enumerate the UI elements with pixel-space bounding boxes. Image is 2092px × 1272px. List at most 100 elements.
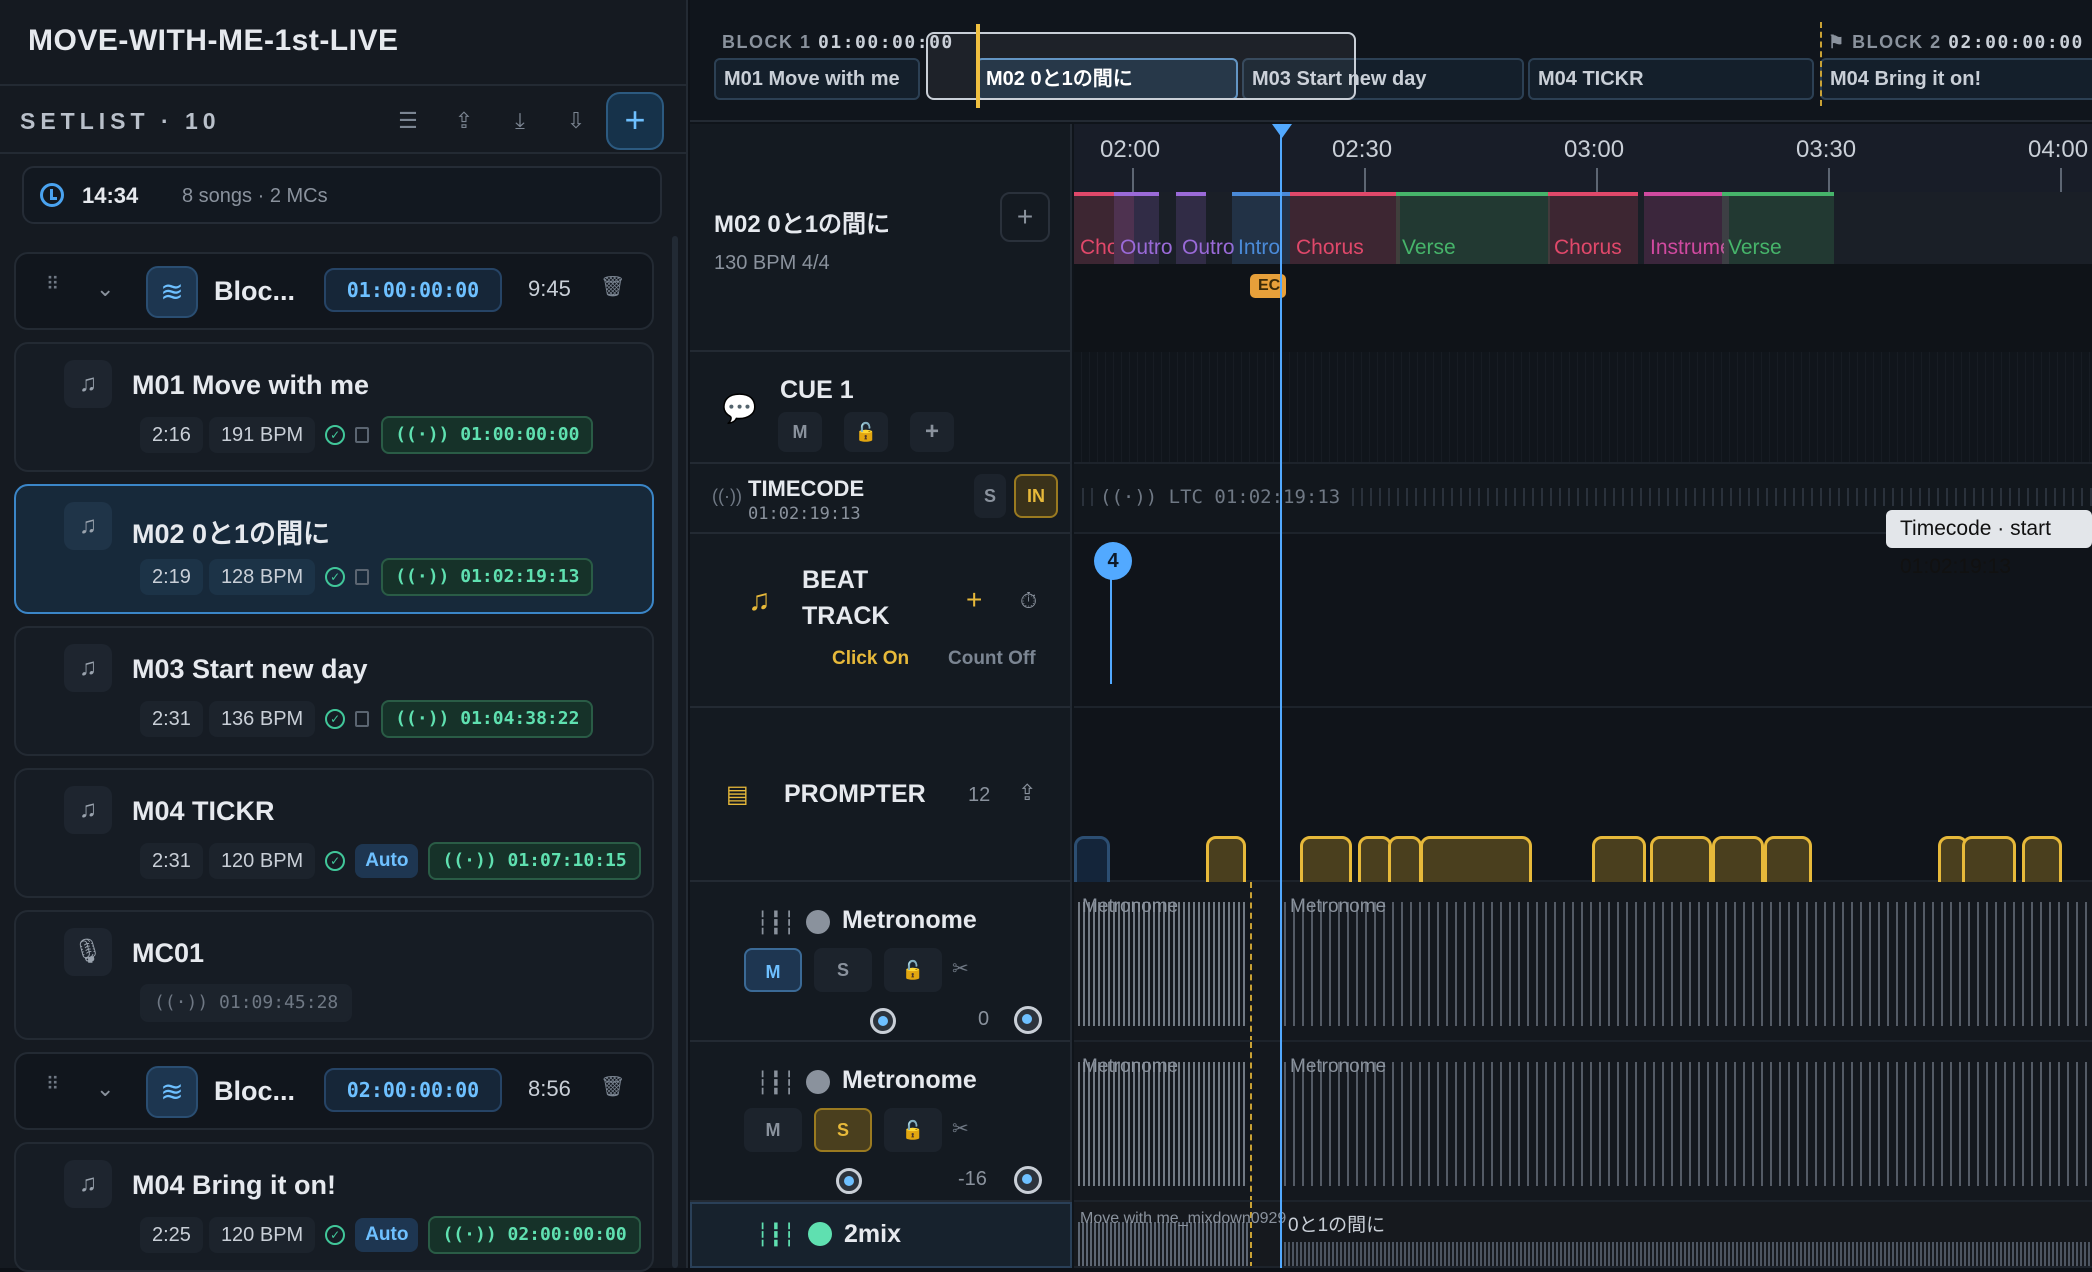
track-name: Metronome xyxy=(842,1066,977,1094)
overview-segment[interactable]: M04 Bring it on! xyxy=(1820,58,2092,100)
song-timecode: ((·)) 01:04:38:22 xyxy=(381,700,594,738)
chevron-down-icon[interactable]: ⌄ xyxy=(96,276,114,302)
broadcast-icon: ((·)) xyxy=(712,486,742,506)
lock-icon[interactable]: 🔓 xyxy=(884,1108,942,1152)
section-label[interactable]: Verse xyxy=(1396,192,1546,264)
add-cue-button[interactable]: + xyxy=(910,412,954,452)
overview-strip[interactable]: BLOCK 1 01:00:00:00 M01 Move with me M02… xyxy=(690,0,2092,122)
scissors-icon[interactable]: ✂ xyxy=(952,1116,969,1141)
song-item[interactable]: ♫ M04 Bring it on! 2:25 120 BPM ✓ Auto (… xyxy=(14,1142,654,1272)
section-label[interactable]: Chorus xyxy=(1290,192,1396,264)
subtitles-icon: ▤ xyxy=(726,781,749,808)
overview-view-window[interactable] xyxy=(926,32,1356,100)
block-row[interactable]: ⠿ ⌄ ≋ Bloc... 02:00:00:00 8:56 🗑 xyxy=(14,1052,654,1130)
song-timecode-value: 01:00:00:00 xyxy=(460,424,580,445)
song-timecode-value: 01:07:10:15 xyxy=(507,850,627,871)
timeline-lanes[interactable]: 02:00 02:30 03:00 03:30 04:00 ChorusOutr… xyxy=(1074,124,2092,1268)
volume-slider-handle[interactable] xyxy=(836,1168,862,1194)
solo-button[interactable]: S xyxy=(974,474,1006,518)
download-file-icon[interactable]: ⇩ xyxy=(561,106,591,136)
track-color-dot[interactable] xyxy=(806,1070,830,1094)
mute-button[interactable]: M xyxy=(744,948,802,992)
timer-icon[interactable]: ⏱ xyxy=(1020,588,1037,614)
pan-knob[interactable] xyxy=(1014,1006,1042,1034)
add-song-button[interactable]: + xyxy=(606,92,664,150)
music-note-icon: ♫ xyxy=(64,502,112,550)
auto-badge: Auto xyxy=(355,844,419,878)
scissors-icon[interactable]: ✂ xyxy=(952,956,969,981)
section-label[interactable]: Chorus xyxy=(1074,192,1114,264)
block-row[interactable]: ⠿ ⌄ ≋ Bloc... 01:00:00:00 9:45 🗑 xyxy=(14,252,654,330)
mix-lane[interactable]: Move with me_mixdown0929 0と1の間に xyxy=(1074,1202,2092,1268)
clip-label: Metronome xyxy=(1290,1056,1387,1077)
track-name-line2: TRACK xyxy=(802,602,890,630)
overview-segment[interactable]: M04 TICKR xyxy=(1528,58,1814,100)
drag-handle-icon[interactable]: ⠿ xyxy=(46,1075,60,1093)
ruler-tick-label: 02:00 xyxy=(1100,136,1161,163)
document-icon xyxy=(355,711,370,727)
playhead[interactable] xyxy=(1280,124,1282,1268)
mc-item[interactable]: 🎙 MC01 ((·)) 01:09:45:28 xyxy=(14,910,654,1040)
song-meta: 2:31 120 BPM ✓ Auto ((·)) 01:07:10:15 xyxy=(140,842,641,880)
block-name[interactable]: Bloc... xyxy=(214,276,295,307)
trash-icon[interactable]: 🗑 xyxy=(600,1074,625,1100)
block-timecode[interactable]: 02:00:00:00 xyxy=(324,1068,502,1112)
chevron-down-icon[interactable]: ⌄ xyxy=(96,1076,114,1102)
drag-handle-icon[interactable]: ⠿ xyxy=(46,275,60,293)
beat-track-header: ♫ BEAT TRACK + ⏱ Click On Count Off xyxy=(690,534,1072,708)
export-file-icon[interactable]: ⇪ xyxy=(449,106,479,136)
mute-button[interactable]: M xyxy=(778,412,822,452)
input-button[interactable]: IN xyxy=(1014,474,1058,518)
mute-button[interactable]: M xyxy=(744,1108,802,1152)
song-timecode: ((·)) 01:07:10:15 xyxy=(428,842,641,880)
section-label[interactable]: Instrumental xyxy=(1644,192,1724,264)
song-timecode-value: 02:00:00:00 xyxy=(507,1224,627,1245)
volume-slider-handle[interactable] xyxy=(870,1008,896,1034)
section-label[interactable]: Verse xyxy=(1722,192,1842,264)
solo-button[interactable]: S xyxy=(814,1108,872,1152)
timeline-panel: BLOCK 1 01:00:00:00 M01 Move with me M02… xyxy=(690,0,2092,1268)
lock-icon[interactable]: 🔓 xyxy=(884,948,942,992)
trash-icon[interactable]: 🗑 xyxy=(600,274,625,300)
track-color-dot[interactable] xyxy=(808,1222,832,1246)
song-header-title: M02 0と1の間に xyxy=(714,211,891,238)
block-name[interactable]: Bloc... xyxy=(214,1076,295,1107)
song-timecode: ((·)) 01:09:45:28 xyxy=(140,984,353,1022)
ruler-tick xyxy=(1364,168,1366,192)
metronome2-lane[interactable]: Metronome Metronome xyxy=(1074,1042,2092,1202)
click-toggle[interactable]: Click On xyxy=(832,648,909,670)
upload-icon[interactable]: ⇪ xyxy=(1018,780,1036,806)
overview-segment[interactable]: M01 Move with me xyxy=(714,58,920,100)
track-name: TIMECODE xyxy=(748,476,865,501)
solo-button[interactable]: S xyxy=(814,948,872,992)
lock-icon[interactable]: 🔓 xyxy=(844,412,888,452)
block-timecode[interactable]: 01:00:00:00 xyxy=(324,268,502,312)
count-toggle[interactable]: Count Off xyxy=(948,648,1036,670)
pan-knob[interactable] xyxy=(1014,1166,1042,1194)
song-item-selected[interactable]: ♫ M02 0と1の間に 2:19 128 BPM ✓ ((·)) 01:02:… xyxy=(14,484,654,614)
clip-label: Metronome xyxy=(1290,896,1387,917)
metronome1-lane[interactable]: Metronome Metronome xyxy=(1074,882,2092,1042)
auto-badge: Auto xyxy=(355,1218,419,1252)
block-duration: 9:45 xyxy=(528,276,571,301)
music-note-icon: ♫ xyxy=(64,644,112,692)
cue-lane[interactable] xyxy=(1074,352,2092,464)
beat-marker-badge[interactable]: 4 xyxy=(1094,542,1132,580)
add-section-button[interactable]: + xyxy=(1000,192,1050,242)
song-meta: 2:31 136 BPM ✓ ((·)) 01:04:38:22 xyxy=(140,700,594,738)
track-color-dot[interactable] xyxy=(806,910,830,934)
section-label[interactable]: Intro xyxy=(1232,192,1292,264)
song-item[interactable]: ♫ M03 Start new day 2:31 136 BPM ✓ ((·))… xyxy=(14,626,654,756)
time-ruler[interactable]: 02:00 02:30 03:00 03:30 04:00 xyxy=(1074,124,2092,192)
list-icon[interactable]: ☰ xyxy=(393,106,423,136)
track-name: BEAT xyxy=(802,566,869,594)
import-folder-icon[interactable]: ⤓ xyxy=(505,106,535,136)
add-beat-button[interactable]: + xyxy=(966,584,982,616)
section-label[interactable]: Chorus xyxy=(1548,192,1644,264)
block-2-name: BLOCK 2 xyxy=(1852,32,1942,52)
scrollbar[interactable] xyxy=(672,236,678,1268)
song-item[interactable]: ♫ M01 Move with me 2:16 191 BPM ✓ ((·)) … xyxy=(14,342,654,472)
song-duration: 2:31 xyxy=(140,843,203,879)
song-item[interactable]: ♫ M04 TICKR 2:31 120 BPM ✓ Auto ((·)) 01… xyxy=(14,768,654,898)
playhead-handle[interactable] xyxy=(1272,124,1292,138)
